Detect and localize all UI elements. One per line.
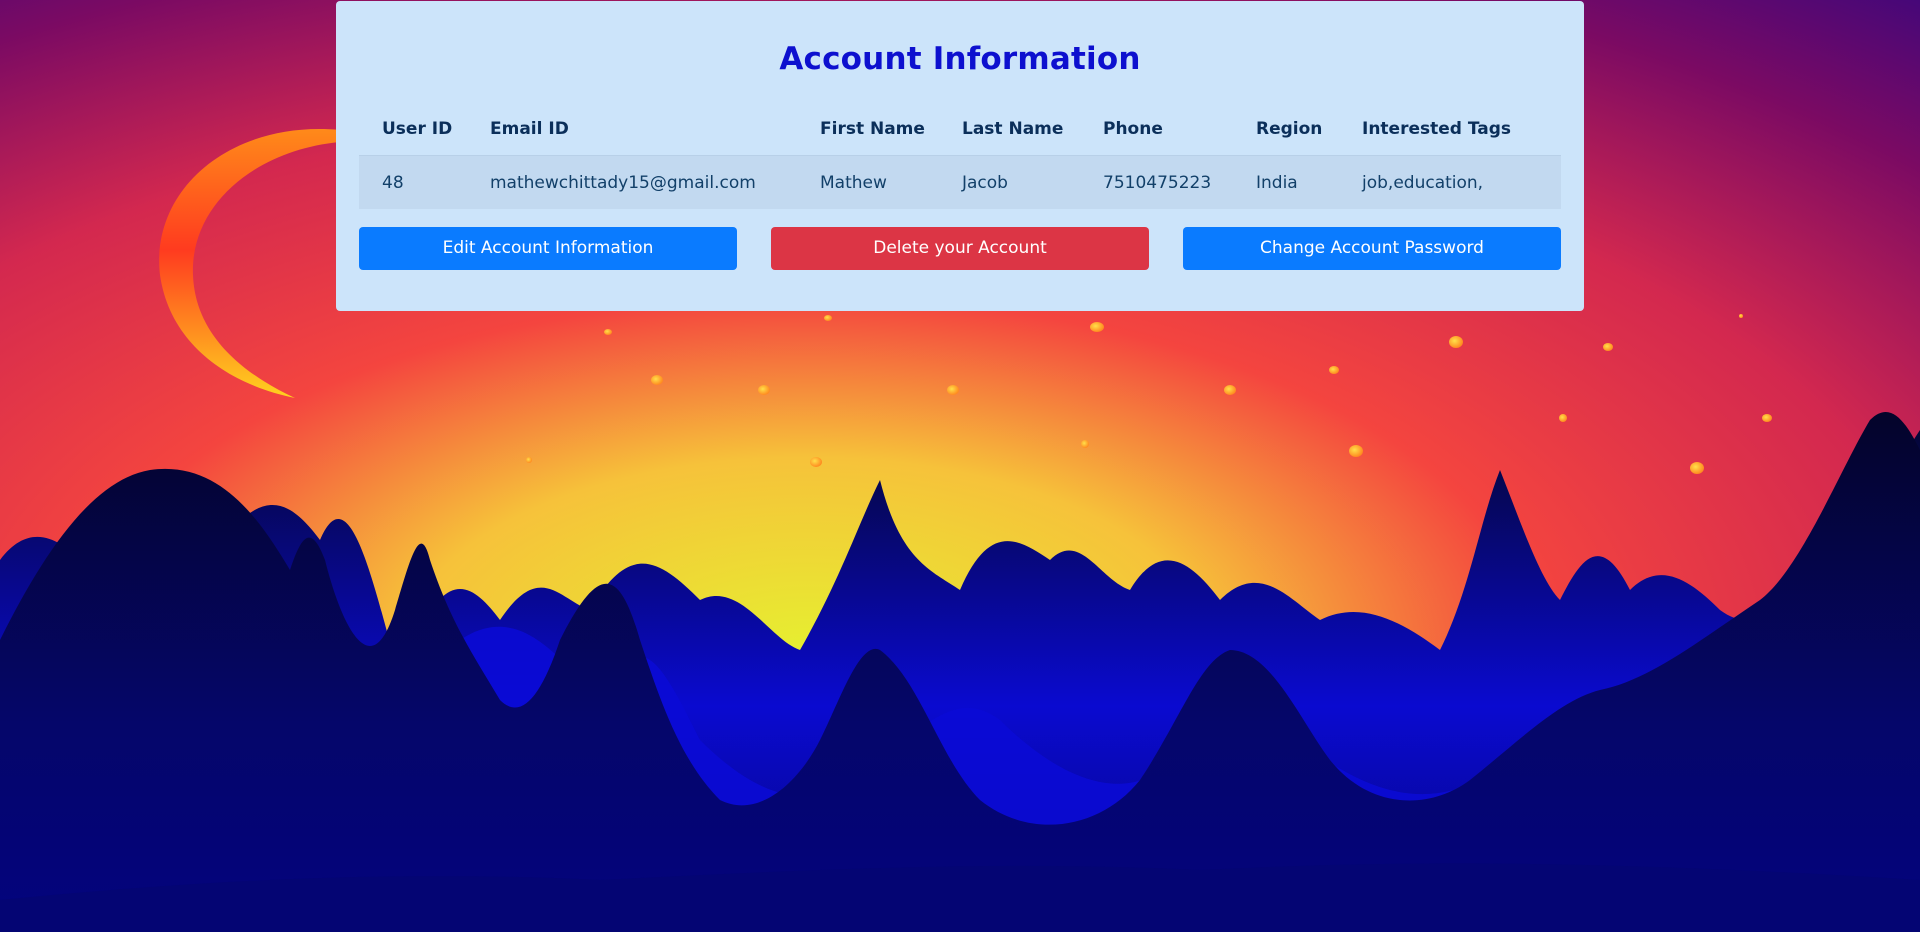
cell-region: India bbox=[1256, 173, 1298, 193]
column-header-interested-tags: Interested Tags bbox=[1362, 119, 1512, 139]
cell-email: mathewchittady15@gmail.com bbox=[490, 173, 756, 193]
delete-account-button[interactable]: Delete your Account bbox=[771, 227, 1149, 270]
cell-interested-tags: job,education, bbox=[1362, 173, 1484, 193]
column-header-email-id: Email ID bbox=[490, 119, 569, 139]
column-header-first-name: First Name bbox=[820, 119, 925, 139]
cell-phone: 7510475223 bbox=[1103, 173, 1212, 193]
column-header-user-id: User ID bbox=[382, 119, 453, 139]
account-information-card: Account Information User ID Email ID Fir… bbox=[336, 1, 1584, 311]
column-header-region: Region bbox=[1256, 119, 1323, 139]
edit-account-button[interactable]: Edit Account Information bbox=[359, 227, 737, 270]
column-header-phone: Phone bbox=[1103, 119, 1163, 139]
change-password-button[interactable]: Change Account Password bbox=[1183, 227, 1561, 270]
cell-first-name: Mathew bbox=[820, 173, 887, 193]
table-row: 48 mathewchittady15@gmail.com Mathew Jac… bbox=[359, 155, 1561, 209]
table-header-row: User ID Email ID First Name Last Name Ph… bbox=[359, 103, 1561, 155]
cell-last-name: Jacob bbox=[962, 173, 1008, 193]
page-title: Account Information bbox=[779, 41, 1141, 77]
cell-user-id: 48 bbox=[382, 173, 404, 193]
column-header-last-name: Last Name bbox=[962, 119, 1064, 139]
account-table: User ID Email ID First Name Last Name Ph… bbox=[359, 103, 1561, 209]
